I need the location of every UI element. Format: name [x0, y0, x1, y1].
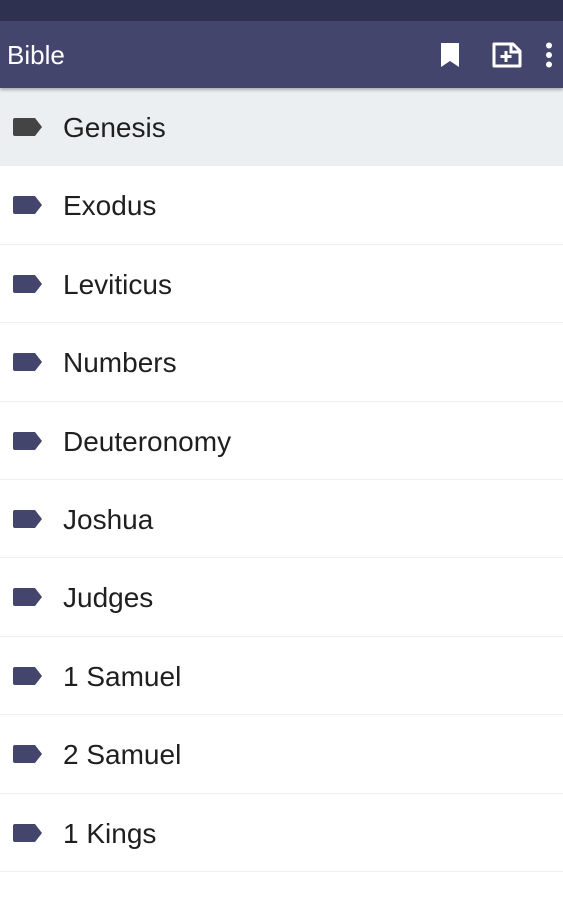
bookmark-icon [440, 42, 459, 67]
app-bar: Bible [0, 21, 563, 88]
label-tag-icon [13, 509, 42, 528]
book-item-joshua[interactable]: Joshua [0, 479, 563, 559]
book-label: 2 Samuel [63, 739, 182, 771]
book-label: Joshua [63, 503, 154, 535]
book-item-2-samuel[interactable]: 2 Samuel [0, 715, 563, 794]
label-tag-icon [13, 745, 42, 764]
book-item-1-samuel[interactable]: 1 Samuel [0, 636, 563, 716]
more-options-button[interactable] [535, 21, 563, 88]
book-label: Genesis [63, 112, 166, 143]
book-item-numbers[interactable]: Numbers [0, 323, 563, 402]
label-tag-icon [13, 431, 42, 450]
book-label: Judges [63, 582, 154, 614]
app-bar-actions [421, 21, 563, 88]
label-tag-icon [13, 196, 42, 215]
book-item-judges[interactable]: Judges [0, 558, 563, 637]
book-item-exodus[interactable]: Exodus [0, 166, 563, 245]
book-label: 1 Kings [63, 817, 157, 849]
book-label: Numbers [63, 347, 177, 379]
book-item-genesis[interactable]: Genesis [0, 88, 563, 167]
book-label: 1 Samuel [63, 660, 182, 692]
label-tag-icon [13, 118, 42, 136]
book-label: Deuteronomy [63, 425, 232, 457]
add-note-button[interactable] [478, 21, 535, 88]
book-list: Genesis Exodus Leviticus Numbers Deutero… [0, 88, 563, 872]
book-label: Leviticus [63, 268, 172, 300]
book-item-1-kings[interactable]: 1 Kings [0, 793, 563, 872]
label-tag-icon [13, 274, 42, 293]
label-tag-icon [13, 588, 42, 607]
label-tag-icon [13, 353, 42, 372]
book-label: Exodus [63, 190, 157, 222]
label-tag-icon [13, 823, 42, 842]
book-item-leviticus[interactable]: Leviticus [0, 244, 563, 324]
more-vert-icon [546, 42, 552, 67]
status-bar [0, 0, 563, 21]
book-item-deuteronomy[interactable]: Deuteronomy [0, 401, 563, 480]
app-title: Bible [7, 40, 65, 70]
bookmark-button[interactable] [421, 21, 478, 88]
label-tag-icon [13, 666, 42, 685]
add-note-icon [492, 42, 521, 67]
